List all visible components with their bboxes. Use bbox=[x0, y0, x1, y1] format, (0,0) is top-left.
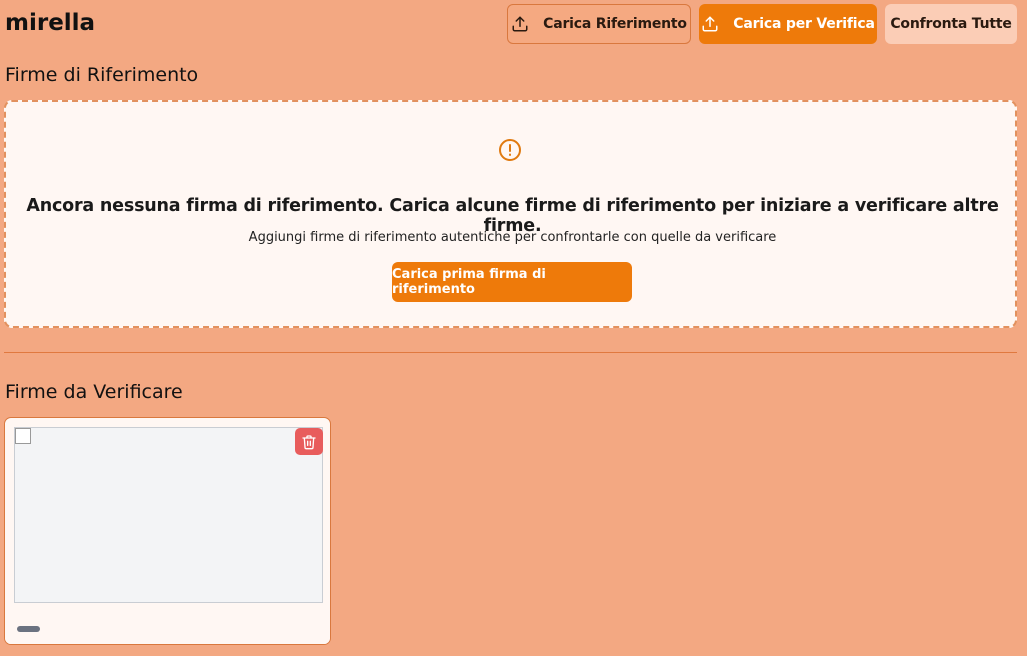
upload-icon bbox=[701, 15, 719, 33]
upload-reference-button[interactable]: Carica Riferimento bbox=[507, 4, 691, 44]
broken-image-icon bbox=[15, 428, 31, 444]
reference-empty-state: Ancora nessuna firma di riferimento. Car… bbox=[4, 100, 1017, 328]
app-title: mirella bbox=[5, 10, 96, 36]
reference-section-title: Firme di Riferimento bbox=[5, 64, 199, 86]
signature-card[interactable] bbox=[4, 417, 331, 645]
status-badge bbox=[17, 626, 40, 632]
upload-reference-label: Carica Riferimento bbox=[543, 16, 687, 32]
section-divider bbox=[4, 352, 1017, 353]
compare-all-label: Confronta Tutte bbox=[890, 16, 1012, 32]
upload-verify-label: Carica per Verifica bbox=[733, 16, 875, 32]
header: mirella Carica Riferimento Carica per Ve… bbox=[0, 0, 1027, 50]
upload-icon bbox=[511, 15, 529, 33]
signature-image bbox=[14, 427, 323, 603]
upload-first-reference-button[interactable]: Carica prima firma di riferimento bbox=[392, 262, 632, 302]
card-footer bbox=[5, 610, 330, 644]
upload-verify-button[interactable]: Carica per Verifica bbox=[699, 4, 877, 44]
trash-icon bbox=[301, 434, 317, 450]
compare-all-button[interactable]: Confronta Tutte bbox=[885, 4, 1017, 44]
alert-circle-icon bbox=[498, 138, 522, 162]
empty-state-subtitle: Aggiungi firme di riferimento autentiche… bbox=[248, 230, 777, 245]
verify-section-title: Firme da Verificare bbox=[5, 381, 183, 403]
delete-button[interactable] bbox=[295, 428, 323, 455]
